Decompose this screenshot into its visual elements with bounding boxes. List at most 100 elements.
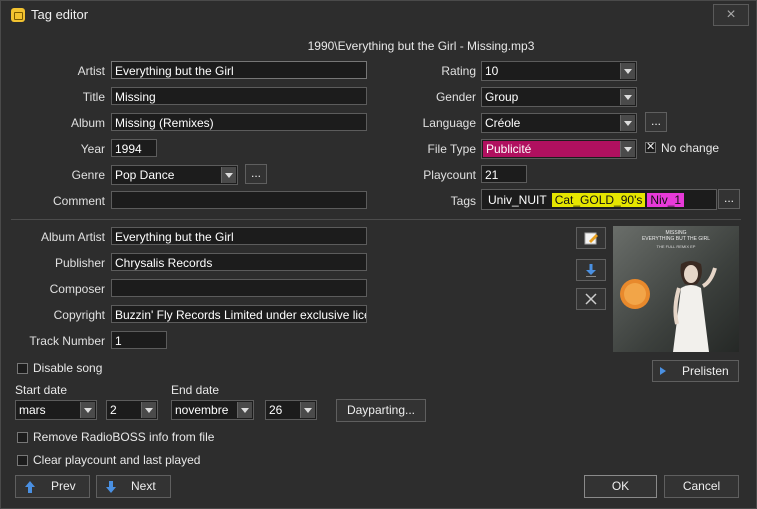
no-change-label: No change <box>661 141 720 155</box>
start-month-value: mars <box>19 403 46 417</box>
cover-line2: EVERYTHING BUT THE GIRL <box>641 236 711 242</box>
arrow-down-icon <box>106 481 116 493</box>
arrow-down-icon <box>586 264 596 277</box>
cancel-button[interactable]: Cancel <box>664 475 739 498</box>
rating-select[interactable]: 10 <box>481 61 637 81</box>
album-input[interactable]: Missing (Remixes) <box>111 113 367 131</box>
no-change-checkbox[interactable]: ✕ <box>645 141 656 153</box>
composer-label: Composer <box>49 282 105 296</box>
edit-cover-button[interactable] <box>576 227 606 249</box>
checkmark-icon: ✕ <box>646 141 656 153</box>
start-date-label: Start date <box>15 383 68 397</box>
tag-chip[interactable]: Niv_1 <box>647 193 685 207</box>
rating-label: Rating <box>441 64 476 78</box>
genre-value: Pop Dance <box>115 168 175 182</box>
window-title: Tag editor <box>31 7 89 22</box>
chevron-down-icon[interactable] <box>300 402 315 418</box>
prev-button[interactable]: Prev <box>15 475 90 498</box>
tag-editor-window: Tag editor × 1990\Everything but the Gir… <box>0 0 757 509</box>
cover-line3: THE FULL REMIX EP <box>656 244 696 249</box>
start-day-value: 2 <box>110 403 117 417</box>
file-path: 1990\Everything but the Girl - Missing.m… <box>307 39 535 53</box>
artist-input[interactable]: Everything but the Girl <box>111 61 367 79</box>
language-label: Language <box>422 116 476 130</box>
playcount-label: Playcount <box>423 168 476 182</box>
play-icon <box>660 367 666 375</box>
file-type-value: Publicité <box>486 142 532 156</box>
publisher-label: Publisher <box>54 256 105 270</box>
gender-select[interactable]: Group <box>481 87 637 107</box>
download-cover-button[interactable] <box>576 259 606 281</box>
rating-value: 10 <box>485 64 499 78</box>
app-icon <box>11 8 25 22</box>
chevron-down-icon[interactable] <box>620 115 635 131</box>
genre-select[interactable]: Pop Dance <box>111 165 238 185</box>
chevron-down-icon[interactable] <box>80 402 95 418</box>
track-number-label: Track Number <box>29 334 105 348</box>
file-type-label: File Type <box>427 142 476 156</box>
prev-label: Prev <box>51 479 76 493</box>
prelisten-label: Prelisten <box>682 364 729 378</box>
gender-value: Group <box>485 90 519 104</box>
remove-info-checkbox[interactable] <box>17 432 28 443</box>
genre-browse-button[interactable]: ... <box>245 164 267 184</box>
dayparting-button[interactable]: Dayparting... <box>336 399 426 422</box>
end-day-select[interactable]: 26 <box>265 400 317 420</box>
language-select[interactable]: Créole <box>481 113 637 133</box>
album-artist-label: Album Artist <box>40 230 105 244</box>
tags-label: Tags <box>450 194 476 208</box>
next-label: Next <box>131 479 156 493</box>
arrow-up-icon <box>25 481 35 493</box>
tag-chip[interactable]: Cat_GOLD_90's <box>551 193 646 207</box>
playcount-input[interactable]: 21 <box>481 165 527 183</box>
start-month-select[interactable]: mars <box>15 400 97 420</box>
chevron-down-icon[interactable] <box>221 167 236 183</box>
title-bar: Tag editor × <box>1 1 756 29</box>
language-browse-button[interactable]: ... <box>645 112 667 132</box>
disable-song-checkbox[interactable] <box>17 363 28 374</box>
chevron-down-icon[interactable] <box>620 89 635 105</box>
publisher-input[interactable]: Chrysalis Records <box>111 253 367 271</box>
language-value: Créole <box>485 116 521 130</box>
cover-art[interactable]: MISSING EVERYTHING BUT THE GIRL THE FULL… <box>613 226 739 352</box>
composer-input[interactable] <box>111 279 367 297</box>
comment-input[interactable] <box>111 191 367 209</box>
disable-song-label: Disable song <box>33 361 103 375</box>
tags-browse-button[interactable]: ... <box>718 189 740 209</box>
ok-button[interactable]: OK <box>584 475 657 498</box>
section-divider <box>11 219 741 220</box>
remove-cover-button[interactable] <box>576 288 606 310</box>
clear-playcount-label: Clear playcount and last played <box>33 453 201 467</box>
tag-chip[interactable]: Univ_NUIT <box>485 193 550 207</box>
copyright-input[interactable]: Buzzin' Fly Records Limited under exclus… <box>111 305 367 323</box>
chevron-down-icon[interactable] <box>237 402 252 418</box>
year-label: Year <box>80 142 105 156</box>
close-icon <box>585 293 597 305</box>
next-button[interactable]: Next <box>96 475 171 498</box>
end-month-select[interactable]: novembre <box>171 400 254 420</box>
start-day-select[interactable]: 2 <box>106 400 158 420</box>
year-input[interactable]: 1994 <box>111 139 157 157</box>
file-type-select[interactable]: Publicité <box>481 139 637 159</box>
edit-image-icon <box>584 232 598 245</box>
track-number-input[interactable]: 1 <box>111 331 167 349</box>
artist-label: Artist <box>77 64 105 78</box>
title-label: Title <box>82 90 105 104</box>
end-month-value: novembre <box>175 403 229 417</box>
chevron-down-icon[interactable] <box>620 141 635 157</box>
album-label: Album <box>70 116 105 130</box>
prelisten-button[interactable]: Prelisten <box>652 360 739 382</box>
tags-field[interactable]: Univ_NUIT Cat_GOLD_90's Niv_1 <box>481 189 717 210</box>
chevron-down-icon[interactable] <box>141 402 156 418</box>
close-button[interactable]: × <box>713 4 749 26</box>
chevron-down-icon[interactable] <box>620 63 635 79</box>
gender-label: Gender <box>435 90 476 104</box>
end-day-value: 26 <box>269 403 283 417</box>
title-input[interactable]: Missing <box>111 87 367 105</box>
remove-info-label: Remove RadioBOSS info from file <box>33 430 215 444</box>
copyright-label: Copyright <box>53 308 105 322</box>
album-artist-input[interactable]: Everything but the Girl <box>111 227 367 245</box>
clear-playcount-checkbox[interactable] <box>17 455 28 466</box>
end-date-label: End date <box>171 383 220 397</box>
genre-label: Genre <box>71 168 105 182</box>
